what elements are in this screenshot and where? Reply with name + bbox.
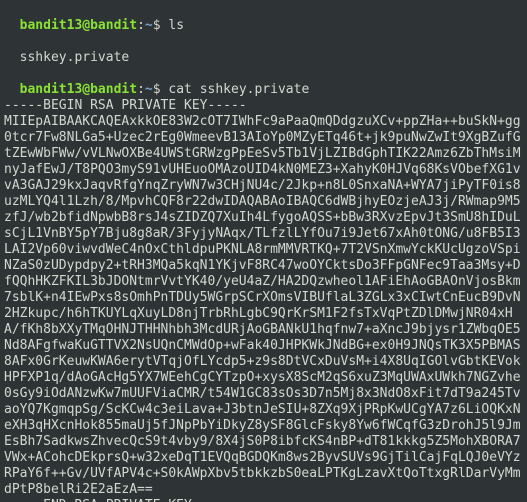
- prompt-host: bandit: [90, 18, 137, 33]
- prompt-at: @: [82, 82, 90, 97]
- prompt-path: ~: [145, 18, 153, 33]
- terminal-line: bandit13@bandit:~$ ls: [4, 2, 523, 34]
- terminal-line: sshkey.private: [4, 34, 523, 66]
- prompt-colon: :: [137, 82, 145, 97]
- prompt-dollar: $: [153, 18, 161, 33]
- prompt-host: bandit: [90, 82, 137, 97]
- rsa-key-body: MIIEpAIBAAKCAQEAxkkOE83W2cOT7IWhFc9aPaaQ…: [4, 114, 523, 498]
- command-cat: cat sshkey.private: [168, 82, 309, 97]
- rsa-key-begin: -----BEGIN RSA PRIVATE KEY-----: [4, 98, 523, 114]
- prompt-path: ~: [145, 82, 153, 97]
- prompt-dollar: $: [153, 82, 161, 97]
- prompt-at: @: [82, 18, 90, 33]
- prompt-user: bandit13: [20, 18, 83, 33]
- ls-output: sshkey.private: [20, 50, 130, 65]
- rsa-key-end: -----END RSA PRIVATE KEY-----: [4, 498, 523, 502]
- prompt-user: bandit13: [20, 82, 83, 97]
- command-ls: ls: [168, 18, 184, 33]
- prompt-colon: :: [137, 18, 145, 33]
- terminal-line: bandit13@bandit:~$ cat sshkey.private: [4, 66, 523, 98]
